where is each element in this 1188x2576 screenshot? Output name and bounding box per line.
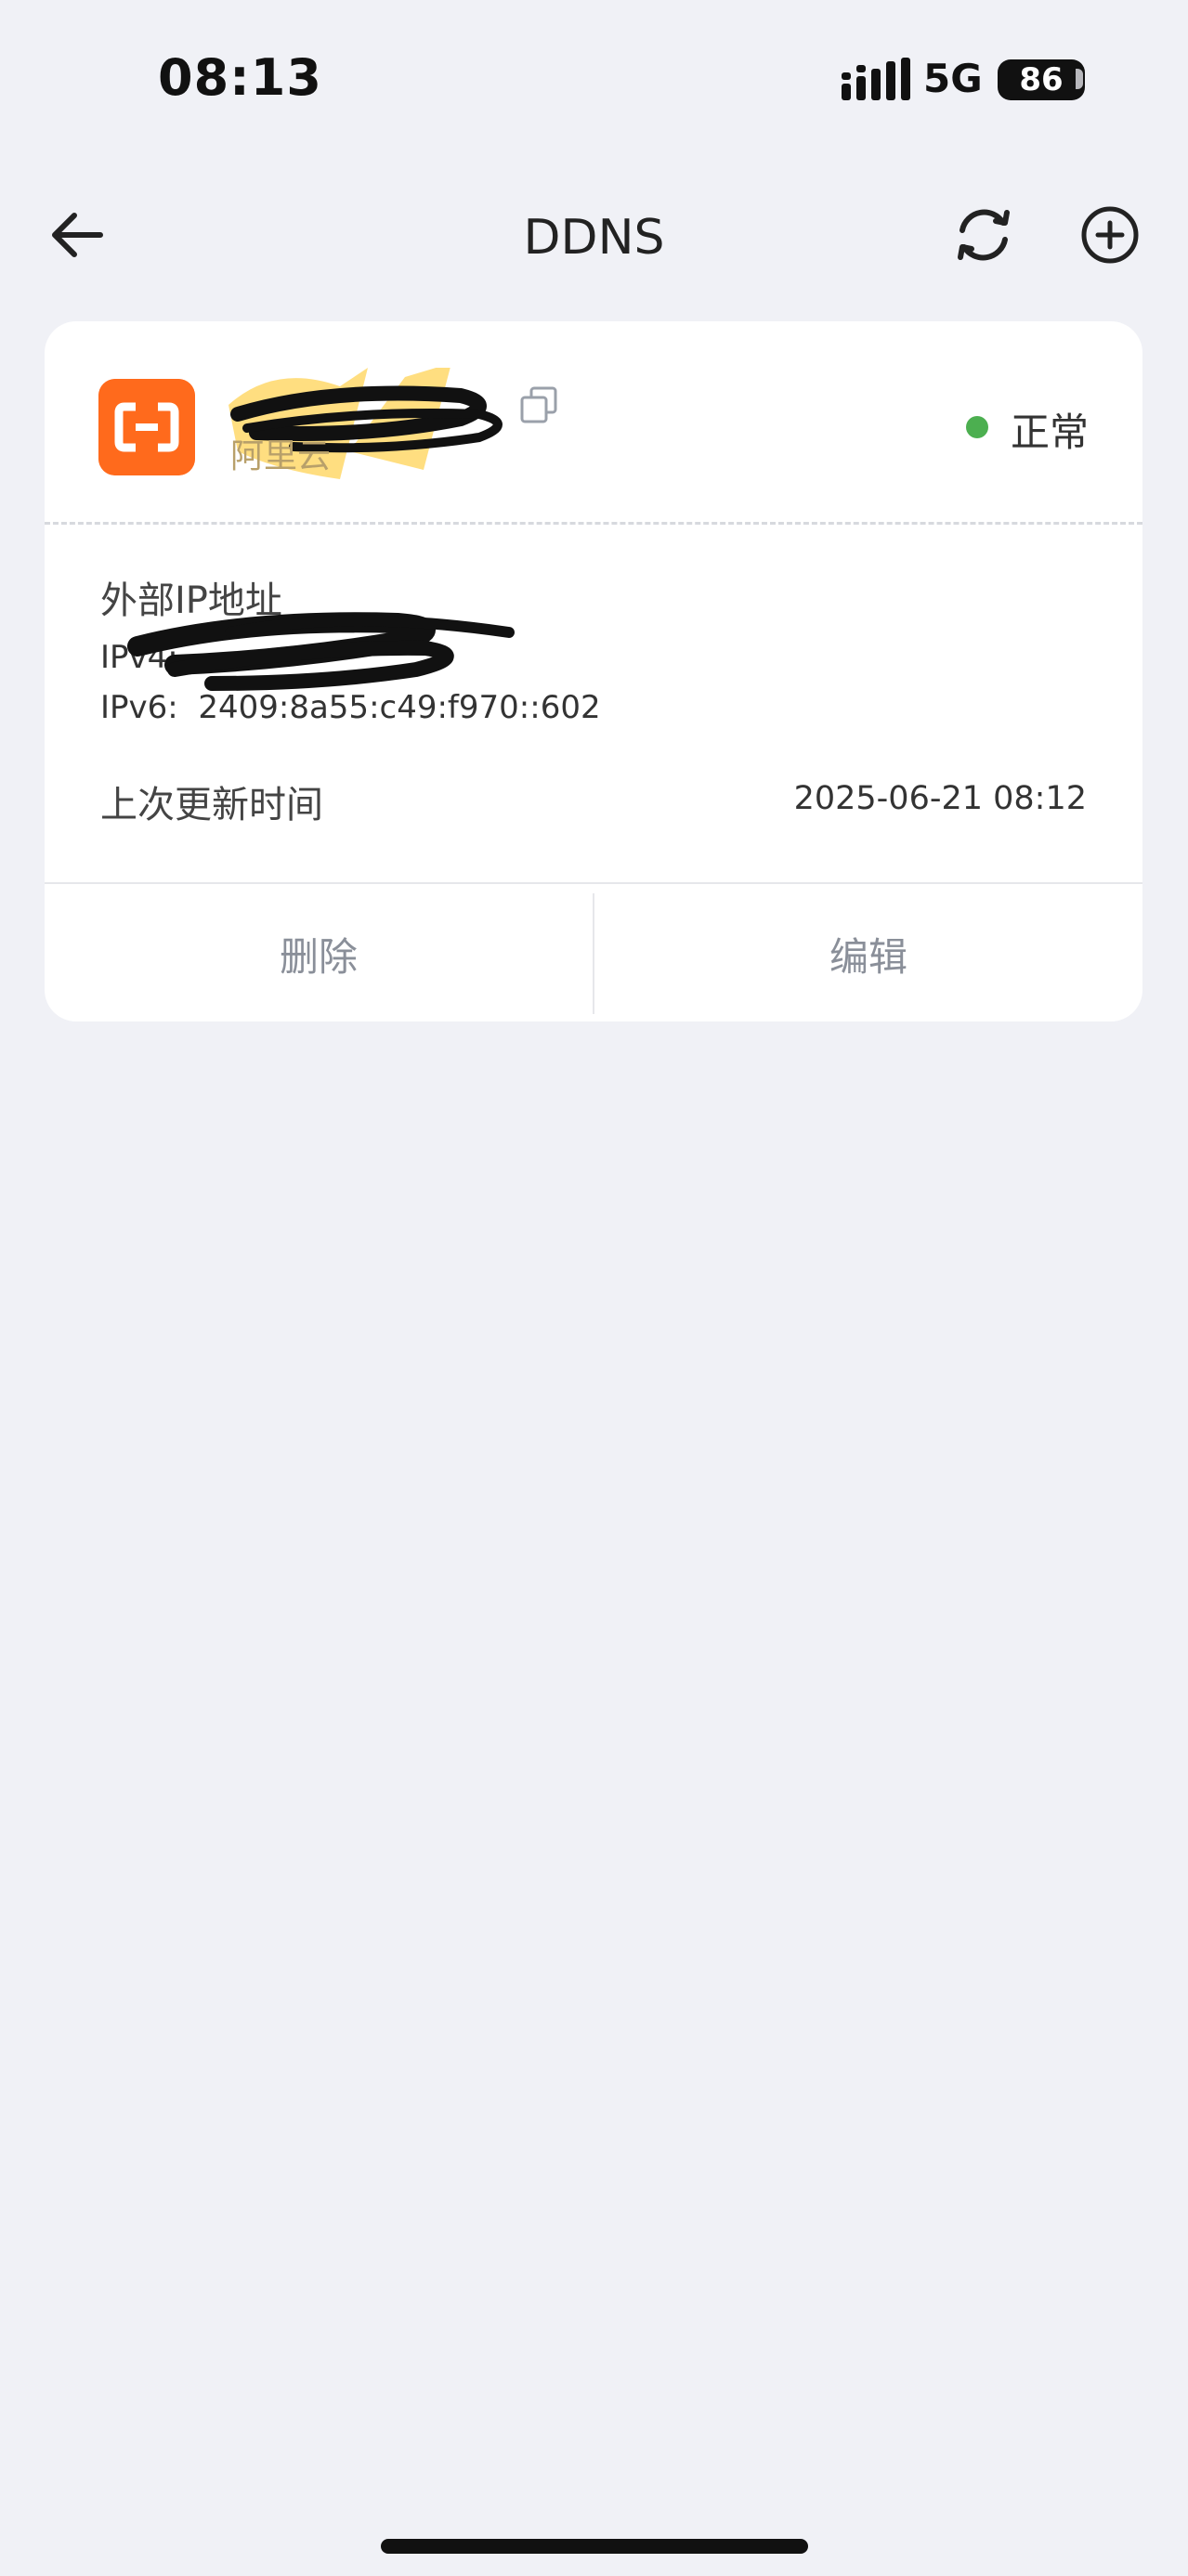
copy-icon[interactable]: [518, 384, 559, 425]
home-indicator[interactable]: [381, 2539, 808, 2554]
ipv4-redaction-scribble: [127, 612, 515, 691]
cellular-signal-icon: [842, 58, 910, 100]
record-header: 阿里云 正常: [45, 321, 1142, 522]
battery-icon: 86: [998, 59, 1085, 100]
ipv6-address: IPv6: 2409:8a55:c49:f970::602: [100, 689, 601, 726]
dashed-divider: [45, 522, 1142, 525]
status-time: 08:13: [158, 48, 322, 107]
record-actions: 删除 编辑: [45, 882, 1142, 1021]
battery-level: 86: [1019, 61, 1064, 98]
status-bar: 08:13 5G 86: [0, 0, 1188, 139]
ddns-record-card: 阿里云 正常 外部IP地址 IPv4: IPv6: 2409:8a55:c49:…: [45, 321, 1142, 1021]
delete-button[interactable]: 删除: [45, 884, 593, 1021]
last-update-label: 上次更新时间: [100, 784, 323, 826]
aliyun-logo-icon: [98, 379, 195, 475]
refresh-icon[interactable]: [951, 202, 1016, 267]
status-dot: [966, 416, 988, 438]
battery-cap: [1076, 69, 1083, 89]
last-update-value: 2025-06-21 08:12: [793, 780, 1087, 817]
plus-circle-icon[interactable]: [1077, 202, 1142, 267]
nav-bar: DDNS: [0, 176, 1188, 297]
network-type: 5G: [923, 56, 983, 101]
status-badge: 正常: [1011, 410, 1090, 455]
provider-name: 阿里云: [230, 437, 332, 475]
edit-button[interactable]: 编辑: [594, 884, 1142, 1021]
